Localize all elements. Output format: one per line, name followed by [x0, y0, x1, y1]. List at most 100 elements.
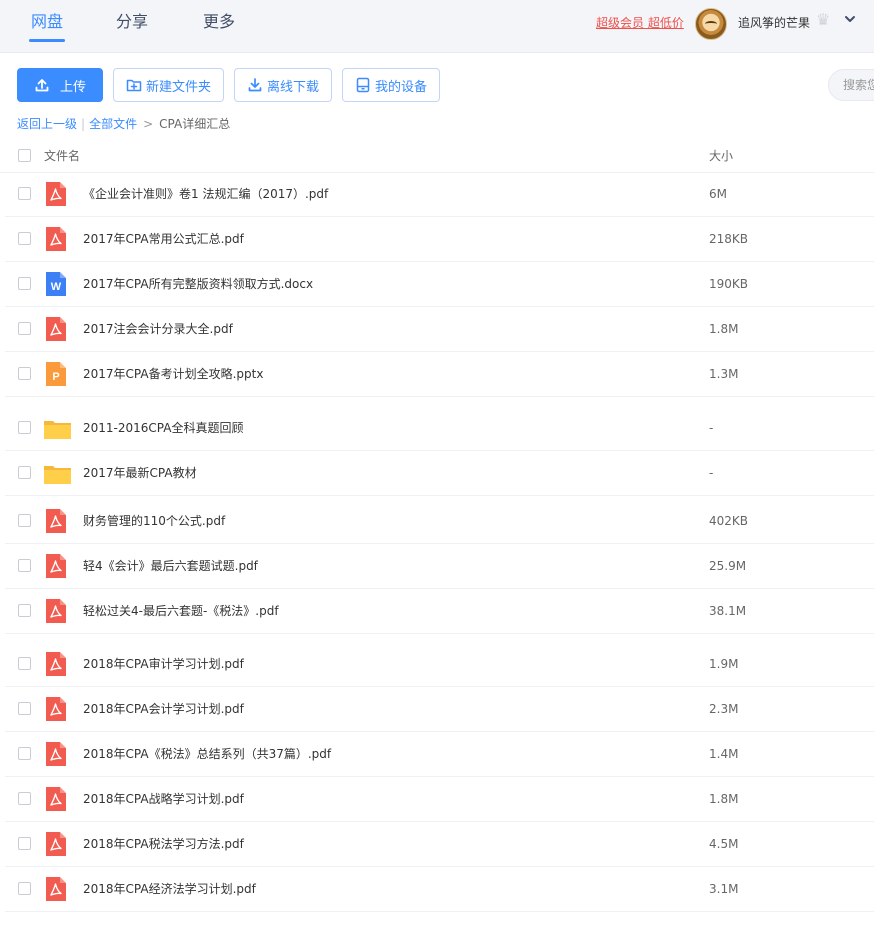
tab-share[interactable]: 分享 [116, 11, 148, 41]
svg-text:W: W [51, 281, 62, 293]
file-name[interactable]: 2017年CPA常用公式汇总.pdf [83, 231, 244, 247]
device-icon [356, 77, 370, 93]
pdf-file-icon [46, 599, 66, 623]
username[interactable]: 追风筝的芒果 [738, 15, 810, 31]
file-name[interactable]: 轻松过关4-最后六套题-《税法》.pdf [83, 603, 279, 619]
my-devices-button[interactable]: 我的设备 [342, 68, 440, 102]
avatar[interactable] [695, 8, 727, 40]
svg-text:P: P [52, 371, 59, 383]
file-name[interactable]: 《企业会计准则》卷1 法规汇编（2017）.pdf [83, 186, 328, 202]
chevron-down-icon[interactable] [843, 12, 857, 26]
crown-icon: ♛ [816, 10, 831, 29]
file-name[interactable]: 2011-2016CPA全科真题回顾 [83, 420, 243, 436]
my-devices-label: 我的设备 [374, 79, 427, 95]
row-checkbox[interactable] [18, 514, 31, 527]
pdf-file-icon [46, 652, 66, 676]
upload-button[interactable]: 上传 [17, 68, 103, 102]
file-size: 6M [709, 187, 727, 201]
vip-promo-link[interactable]: 超级会员 超低价 [596, 15, 684, 31]
file-row-3[interactable]: W 2017年CPA所有完整版资料领取方式.docx 190KB [5, 262, 874, 307]
breadcrumb-separator: | [81, 117, 86, 131]
file-name[interactable]: 2018年CPA审计学习计划.pdf [83, 656, 244, 672]
search-input[interactable]: 搜索您 [828, 69, 874, 101]
tab-netdisk[interactable]: 网盘 [28, 11, 66, 42]
file-row-12[interactable]: 2018年CPA会计学习计划.pdf 2.3M [5, 687, 874, 732]
upload-icon [35, 79, 49, 92]
select-all-checkbox[interactable] [18, 149, 31, 162]
folder-icon [44, 466, 71, 484]
file-row-14[interactable]: 2018年CPA战略学习计划.pdf 1.8M [5, 777, 874, 822]
file-row-11[interactable]: 2018年CPA审计学习计划.pdf 1.9M [5, 642, 874, 687]
pdf-file-icon [46, 742, 66, 766]
pdf-file-icon [46, 317, 66, 341]
file-size: 3.1M [709, 882, 739, 896]
file-name[interactable]: 轻4《会计》最后六套题试题.pdf [83, 558, 258, 574]
breadcrumb-all-files-link[interactable]: 全部文件 [89, 117, 137, 131]
tab-more[interactable]: 更多 [203, 11, 235, 41]
row-checkbox[interactable] [18, 657, 31, 670]
file-name[interactable]: 财务管理的110个公式.pdf [83, 513, 225, 529]
file-row-16[interactable]: 2018年CPA经济法学习计划.pdf 3.1M [5, 867, 874, 912]
offline-download-button[interactable]: 离线下载 [234, 68, 332, 102]
new-folder-label: 新建文件夹 [145, 79, 211, 95]
file-size: 1.8M [709, 322, 739, 336]
file-row-13[interactable]: 2018年CPA《税法》总结系列（共37篇）.pdf 1.4M [5, 732, 874, 777]
file-row-2[interactable]: 2017年CPA常用公式汇总.pdf 218KB [5, 217, 874, 262]
file-name[interactable]: 2017注会会计分录大全.pdf [83, 321, 233, 337]
row-checkbox[interactable] [18, 367, 31, 380]
file-row-15[interactable]: 2018年CPA税法学习方法.pdf 4.5M [5, 822, 874, 867]
file-size: 25.9M [709, 559, 747, 573]
row-checkbox[interactable] [18, 792, 31, 805]
file-size: - [709, 421, 714, 435]
file-name[interactable]: 2018年CPA经济法学习计划.pdf [83, 881, 256, 897]
breadcrumb: 返回上一级 | 全部文件 > CPA详细汇总 [17, 116, 230, 132]
powerpoint-file-icon: P [46, 362, 66, 386]
row-checkbox[interactable] [18, 559, 31, 572]
file-row-5[interactable]: P 2017年CPA备考计划全攻略.pptx 1.3M [5, 352, 874, 397]
file-row-7[interactable]: 2017年最新CPA教材 - [5, 451, 874, 496]
file-name[interactable]: 2018年CPA会计学习计划.pdf [83, 701, 244, 717]
file-name[interactable]: 2018年CPA税法学习方法.pdf [83, 836, 244, 852]
pdf-file-icon [46, 227, 66, 251]
row-checkbox[interactable] [18, 277, 31, 290]
file-row-4[interactable]: 2017注会会计分录大全.pdf 1.8M [5, 307, 874, 352]
top-navigation-bar: 网盘 分享 更多 超级会员 超低价 追风筝的芒果 ♛ [0, 0, 874, 53]
file-name[interactable]: 2018年CPA战略学习计划.pdf [83, 791, 244, 807]
row-checkbox[interactable] [18, 466, 31, 479]
file-row-1[interactable]: 《企业会计准则》卷1 法规汇编（2017）.pdf 6M [5, 172, 874, 217]
new-folder-button[interactable]: 新建文件夹 [113, 68, 224, 102]
file-size: 218KB [709, 232, 749, 246]
file-size: 38.1M [709, 604, 747, 618]
file-row-10[interactable]: 轻松过关4-最后六套题-《税法》.pdf 38.1M [5, 589, 874, 634]
file-name[interactable]: 2017年CPA备考计划全攻略.pptx [83, 366, 263, 382]
pdf-file-icon [46, 509, 66, 533]
row-checkbox[interactable] [18, 604, 31, 617]
pdf-file-icon [46, 182, 66, 206]
upload-label: 上传 [59, 79, 86, 95]
row-checkbox[interactable] [18, 837, 31, 850]
file-size: 4.5M [709, 837, 739, 851]
file-size: 190KB [709, 277, 749, 291]
row-checkbox[interactable] [18, 882, 31, 895]
breadcrumb-back-link[interactable]: 返回上一级 [17, 117, 77, 131]
row-checkbox[interactable] [18, 322, 31, 335]
column-header-size[interactable]: 大小 [709, 147, 733, 164]
file-name[interactable]: 2017年最新CPA教材 [83, 465, 197, 481]
file-row-8[interactable]: 财务管理的110个公式.pdf 402KB [5, 499, 874, 544]
file-size: 2.3M [709, 702, 739, 716]
file-list-header: 文件名 大小 [0, 143, 874, 173]
file-size: - [709, 466, 714, 480]
row-checkbox[interactable] [18, 232, 31, 245]
row-checkbox[interactable] [18, 747, 31, 760]
column-header-name[interactable]: 文件名 [44, 147, 80, 164]
file-name[interactable]: 2018年CPA《税法》总结系列（共37篇）.pdf [83, 746, 331, 762]
new-folder-icon [126, 79, 142, 92]
row-checkbox[interactable] [18, 187, 31, 200]
breadcrumb-current: CPA详细汇总 [159, 117, 231, 131]
offline-download-label: 离线下载 [266, 79, 319, 95]
row-checkbox[interactable] [18, 702, 31, 715]
row-checkbox[interactable] [18, 421, 31, 434]
file-row-6[interactable]: 2011-2016CPA全科真题回顾 - [5, 406, 874, 451]
file-row-9[interactable]: 轻4《会计》最后六套题试题.pdf 25.9M [5, 544, 874, 589]
file-name[interactable]: 2017年CPA所有完整版资料领取方式.docx [83, 276, 313, 292]
